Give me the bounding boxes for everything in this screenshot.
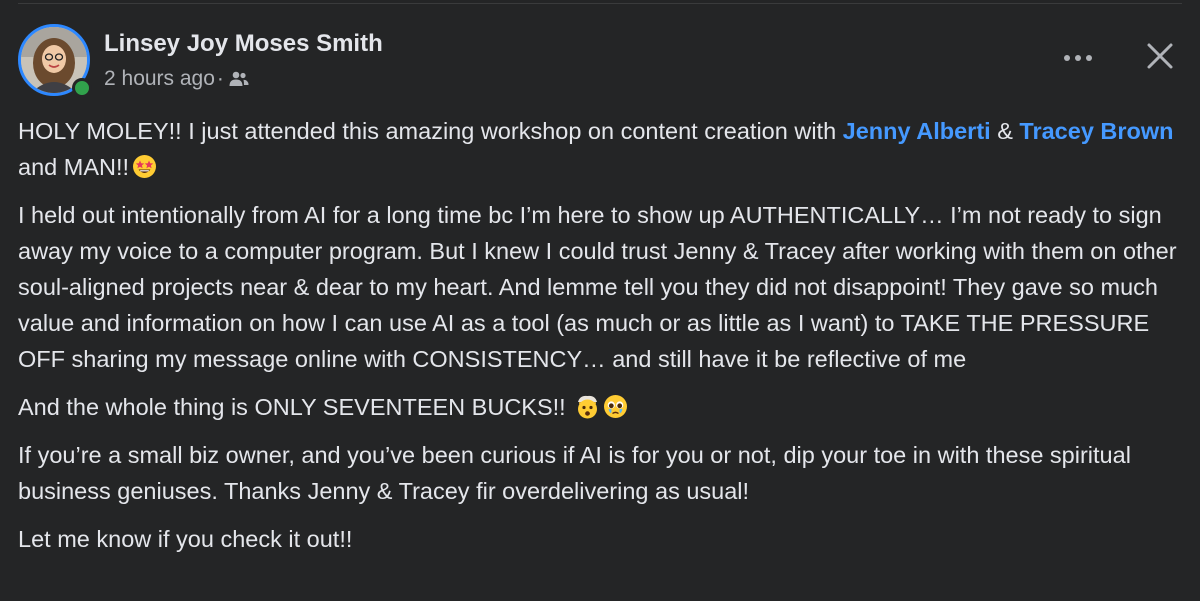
meta-separator: · bbox=[216, 67, 224, 90]
paragraph-1-text-c: and MAN!! bbox=[18, 154, 130, 180]
exploding-head-emoji bbox=[575, 394, 600, 419]
close-icon bbox=[1146, 42, 1174, 75]
author-name[interactable]: Linsey Joy Moses Smith bbox=[104, 30, 383, 58]
top-divider bbox=[18, 3, 1182, 4]
paragraph-3: And the whole thing is ONLY SEVENTEEN BU… bbox=[18, 389, 1186, 425]
paragraph-3-text: And the whole thing is ONLY SEVENTEEN BU… bbox=[18, 394, 566, 420]
paragraph-1-text-a: HOLY MOLEY!! I just attended this amazin… bbox=[18, 118, 843, 144]
post-body: HOLY MOLEY!! I just attended this amazin… bbox=[18, 113, 1186, 569]
group-icon[interactable] bbox=[229, 70, 249, 88]
post-header: Linsey Joy Moses Smith 2 hours ago · bbox=[18, 24, 1182, 100]
mention-jenny-alberti[interactable]: Jenny Alberti bbox=[843, 118, 991, 144]
pleading-face-emoji bbox=[603, 394, 628, 419]
paragraph-2: I held out intentionally from AI for a l… bbox=[18, 202, 1177, 372]
paragraph-4: If you’re a small biz owner, and you’ve … bbox=[18, 442, 1131, 504]
author-avatar[interactable] bbox=[18, 24, 92, 98]
more-options-button[interactable] bbox=[1058, 42, 1098, 74]
close-button[interactable] bbox=[1138, 36, 1182, 80]
paragraph-1-text-b: & bbox=[990, 118, 1020, 144]
post-timestamp[interactable]: 2 hours ago bbox=[104, 67, 215, 91]
paragraph-1: HOLY MOLEY!! I just attended this amazin… bbox=[18, 113, 1186, 185]
mention-tracey-brown[interactable]: Tracey Brown bbox=[1019, 118, 1173, 144]
online-status-indicator bbox=[72, 78, 92, 98]
post-meta: 2 hours ago · bbox=[104, 67, 249, 91]
more-options-icon bbox=[1063, 49, 1093, 67]
star-struck-emoji bbox=[132, 154, 157, 179]
paragraph-5: Let me know if you check it out!! bbox=[18, 526, 353, 552]
